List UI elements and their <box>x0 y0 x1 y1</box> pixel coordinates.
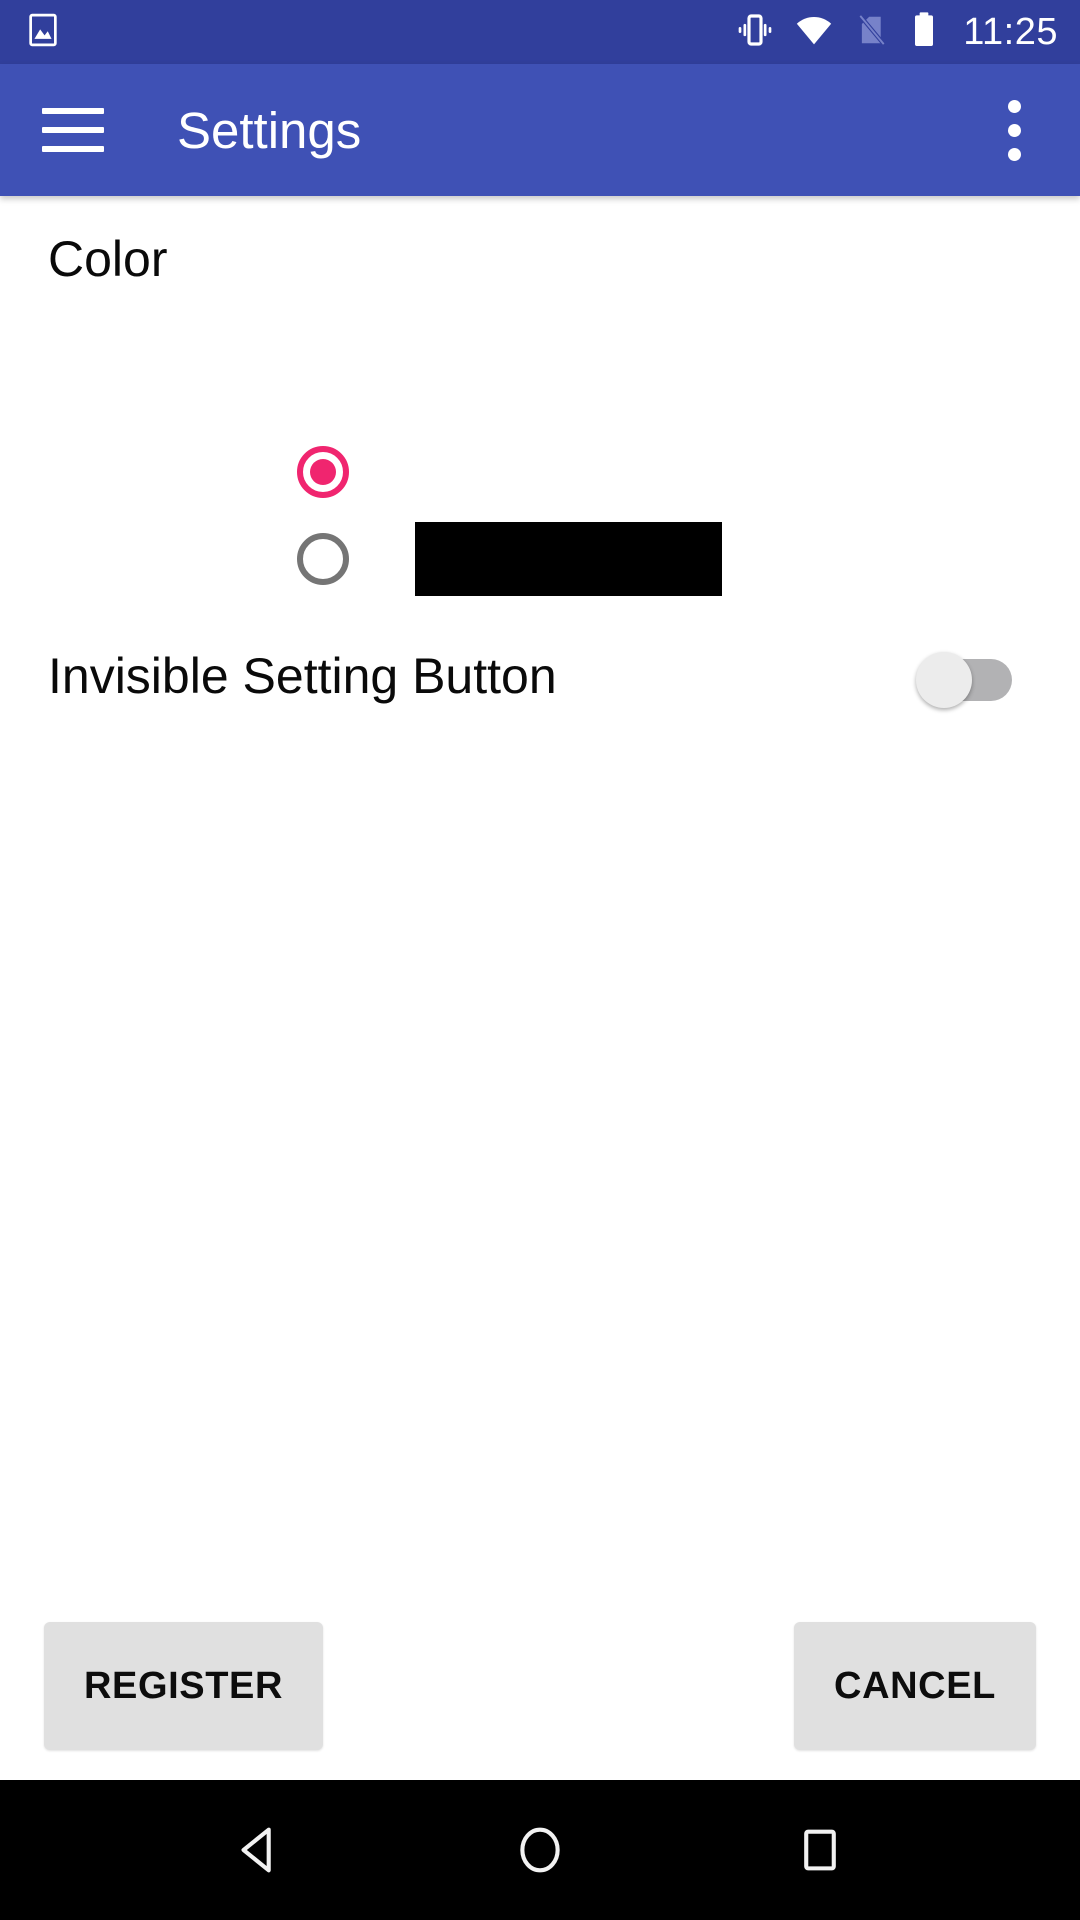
invisible-setting-row[interactable]: Invisible Setting Button <box>0 621 1080 731</box>
color-swatch-black[interactable] <box>415 522 722 596</box>
status-bar-clock: 11:25 <box>963 11 1058 53</box>
color-setting-group: Color <box>0 196 1080 596</box>
color-label: Color <box>48 231 168 287</box>
vibrate-icon <box>735 10 775 55</box>
action-bar: REGISTER CANCEL <box>0 1622 1080 1750</box>
invisible-setting-label: Invisible Setting Button <box>48 648 557 704</box>
app-bar: Settings <box>0 64 1080 196</box>
hamburger-bar <box>42 146 104 152</box>
image-icon <box>24 11 62 54</box>
no-sim-icon <box>853 11 891 54</box>
hamburger-menu-icon[interactable] <box>42 102 104 158</box>
wifi-icon <box>793 9 835 56</box>
settings-content: Color Invisible Setting Button REGISTER … <box>0 196 1080 1780</box>
back-icon[interactable] <box>195 1785 325 1915</box>
toggle-thumb[interactable] <box>916 652 972 708</box>
status-bar-notifications <box>24 11 62 54</box>
hamburger-bar <box>42 127 104 133</box>
color-option-custom[interactable] <box>297 522 722 596</box>
overflow-dot <box>1007 99 1021 113</box>
battery-icon <box>909 10 939 55</box>
radio-button-primary[interactable] <box>297 446 349 498</box>
more-vertical-icon[interactable] <box>982 87 1046 173</box>
cancel-button[interactable]: CANCEL <box>794 1622 1036 1750</box>
page-title: Settings <box>177 101 362 159</box>
color-option-primary[interactable] <box>297 446 349 498</box>
overflow-dot <box>1007 147 1021 161</box>
home-icon[interactable] <box>475 1785 605 1915</box>
overflow-dot <box>1007 123 1021 137</box>
phone-screen: 11:25 Settings Color Invisible Setting B… <box>0 0 1080 1920</box>
hamburger-bar <box>42 108 104 114</box>
invisible-setting-toggle[interactable] <box>916 652 1012 708</box>
recents-icon[interactable] <box>755 1785 885 1915</box>
status-bar: 11:25 <box>0 0 1080 64</box>
android-navigation-bar <box>0 1780 1080 1920</box>
status-bar-system-icons: 11:25 <box>735 9 1058 56</box>
register-button[interactable]: REGISTER <box>44 1622 324 1750</box>
radio-button-custom[interactable] <box>297 533 349 585</box>
color-label-row: Color <box>0 196 1080 322</box>
